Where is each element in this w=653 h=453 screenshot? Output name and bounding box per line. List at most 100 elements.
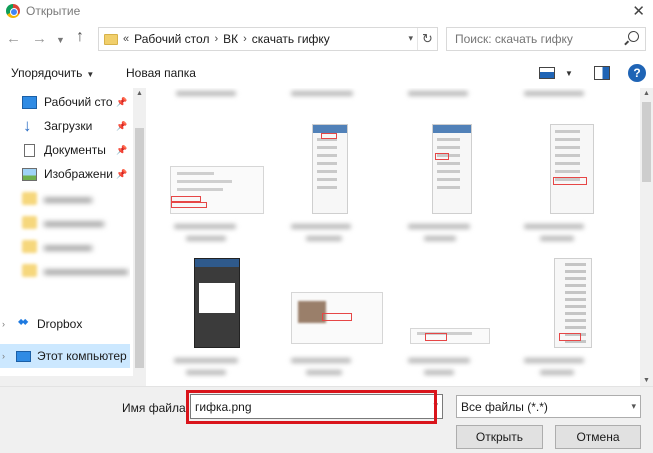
thumbnail-content	[433, 125, 471, 133]
navigation-scrollbar[interactable]: ▲	[133, 88, 146, 386]
thumbnail-content	[565, 305, 586, 308]
pin-icon[interactable]: 📌	[116, 121, 127, 132]
file-thumbnail[interactable]	[170, 166, 264, 214]
sidebar-item-blurred-folder[interactable]: ▬▬▬▬	[0, 186, 130, 210]
thumbnail-content	[313, 125, 347, 133]
sidebar-item-label: Загрузки	[44, 119, 93, 133]
sidebar-item-label: Dropbox	[37, 317, 83, 331]
sidebar-item-pictures[interactable]: Изображени 📌	[0, 162, 130, 186]
expand-chevron-icon[interactable]: ›	[2, 319, 5, 329]
sidebar-item-blurred-folder[interactable]: ▬▬▬▬	[0, 234, 130, 258]
file-thumbnail[interactable]	[432, 124, 472, 214]
filename-input[interactable]	[191, 395, 421, 418]
scroll-down-arrow-icon[interactable]: ▼	[643, 377, 650, 384]
folder-icon	[22, 263, 37, 277]
file-caption	[524, 224, 584, 229]
thumbnail-content	[317, 162, 338, 165]
refresh-icon[interactable]: ↻	[417, 28, 437, 50]
thumbnail-content	[555, 130, 581, 133]
new-folder-button[interactable]: Новая папка	[126, 66, 196, 80]
sidebar-item-this-pc[interactable]: › Этот компьютер	[0, 344, 130, 368]
file-caption	[176, 91, 236, 96]
back-arrow-icon[interactable]: ←	[6, 30, 21, 47]
breadcrumb-desktop[interactable]: Рабочий стол	[134, 32, 209, 46]
documents-icon	[24, 143, 35, 157]
file-thumbnail[interactable]	[194, 258, 240, 348]
file-caption	[540, 370, 574, 375]
highlight-box	[321, 133, 337, 139]
highlight-box	[171, 202, 207, 208]
sidebar-item-dropbox[interactable]: › Dropbox	[0, 312, 130, 336]
thumbnail-content	[565, 319, 586, 322]
pin-icon[interactable]: 📌	[116, 145, 127, 156]
recent-locations-chevron-icon[interactable]: ▼	[56, 35, 65, 45]
thumbnail-content	[565, 277, 586, 280]
pin-icon[interactable]: 📌	[116, 97, 127, 108]
scrollbar-thumb[interactable]	[135, 128, 144, 368]
breadcrumb-separator-icon[interactable]: ›	[214, 33, 218, 45]
thumbnail-content	[437, 146, 460, 149]
sidebar-item-label: Этот компьютер	[37, 349, 127, 363]
horizontal-scrollbar[interactable]	[0, 376, 146, 386]
chevron-down-icon: ▾	[631, 401, 636, 411]
thumbnail-content	[565, 312, 586, 315]
view-options-chevron-icon[interactable]: ▼	[565, 69, 573, 78]
cancel-button[interactable]: Отмена	[555, 425, 641, 449]
sidebar-item-downloads[interactable]: Загрузки 📌	[0, 114, 130, 138]
help-icon[interactable]: ?	[628, 64, 646, 82]
chrome-icon	[6, 4, 20, 18]
filetype-select[interactable]: Все файлы (*.*) ▾	[456, 395, 641, 418]
breadcrumb-separator-icon[interactable]: ›	[243, 33, 247, 45]
pin-icon[interactable]: 📌	[116, 169, 127, 180]
file-thumbnail[interactable]	[550, 124, 594, 214]
highlight-box	[435, 153, 449, 160]
scrollbar-thumb[interactable]	[642, 102, 651, 182]
forward-arrow-icon[interactable]: →	[32, 30, 47, 47]
filename-label: Имя файла:	[122, 401, 189, 415]
window-title: Открытие	[26, 4, 81, 18]
sidebar-item-documents[interactable]: Документы 📌	[0, 138, 130, 162]
open-button[interactable]: Открыть	[456, 425, 543, 449]
download-icon	[22, 116, 37, 136]
thumbnail-content	[555, 146, 581, 149]
file-caption	[424, 236, 456, 241]
filename-combobox[interactable]: ▾	[190, 394, 443, 419]
file-thumbnail[interactable]	[410, 328, 490, 344]
up-arrow-icon[interactable]: ↑	[76, 28, 84, 46]
search-input[interactable]	[447, 32, 617, 46]
sidebar-item-blurred-folder[interactable]: ▬▬▬▬▬	[0, 210, 130, 234]
file-list	[146, 88, 640, 386]
file-thumbnail[interactable]	[291, 292, 383, 344]
breadcrumb-current-folder[interactable]: скачать гифку	[252, 32, 330, 46]
thumbnail-content	[317, 146, 338, 149]
organize-button[interactable]: Упорядочить ▼	[11, 66, 94, 80]
thumbnail-content	[317, 170, 338, 173]
address-bar[interactable]: « Рабочий стол › ВК › скачать гифку ▾ ↻	[98, 27, 438, 51]
preview-pane-icon[interactable]	[594, 66, 610, 80]
file-thumbnail[interactable]	[554, 258, 592, 348]
search-box[interactable]	[446, 27, 646, 51]
sidebar-item-blurred-folder[interactable]: ▬▬▬▬▬▬▬	[0, 258, 130, 282]
thumbnail-content	[437, 170, 460, 173]
breadcrumb-vk[interactable]: ВК	[223, 32, 238, 46]
thumbnail-content	[199, 283, 235, 313]
scroll-up-arrow-icon[interactable]: ▲	[643, 90, 650, 97]
close-icon[interactable]: ✕	[632, 2, 645, 20]
file-list-scrollbar[interactable]: ▲ ▼	[640, 88, 653, 386]
file-caption	[540, 236, 574, 241]
file-caption	[174, 224, 236, 229]
file-caption	[408, 358, 470, 363]
thumbnail-content	[565, 291, 586, 294]
address-dropdown-chevron-icon[interactable]: ▾	[408, 33, 413, 44]
sidebar-item-desktop[interactable]: Рабочий сто 📌	[0, 90, 130, 114]
search-icon[interactable]	[628, 31, 639, 42]
change-view-icon[interactable]	[539, 67, 555, 79]
file-caption	[306, 370, 342, 375]
expand-chevron-icon[interactable]: ›	[2, 351, 5, 361]
file-thumbnail[interactable]	[312, 124, 348, 214]
overflow-chevron-icon[interactable]: «	[123, 33, 129, 45]
sidebar-item-label: Изображени	[44, 167, 113, 181]
scroll-up-arrow-icon[interactable]: ▲	[136, 90, 143, 97]
chevron-down-icon[interactable]: ▾	[433, 400, 438, 411]
file-caption	[291, 358, 351, 363]
